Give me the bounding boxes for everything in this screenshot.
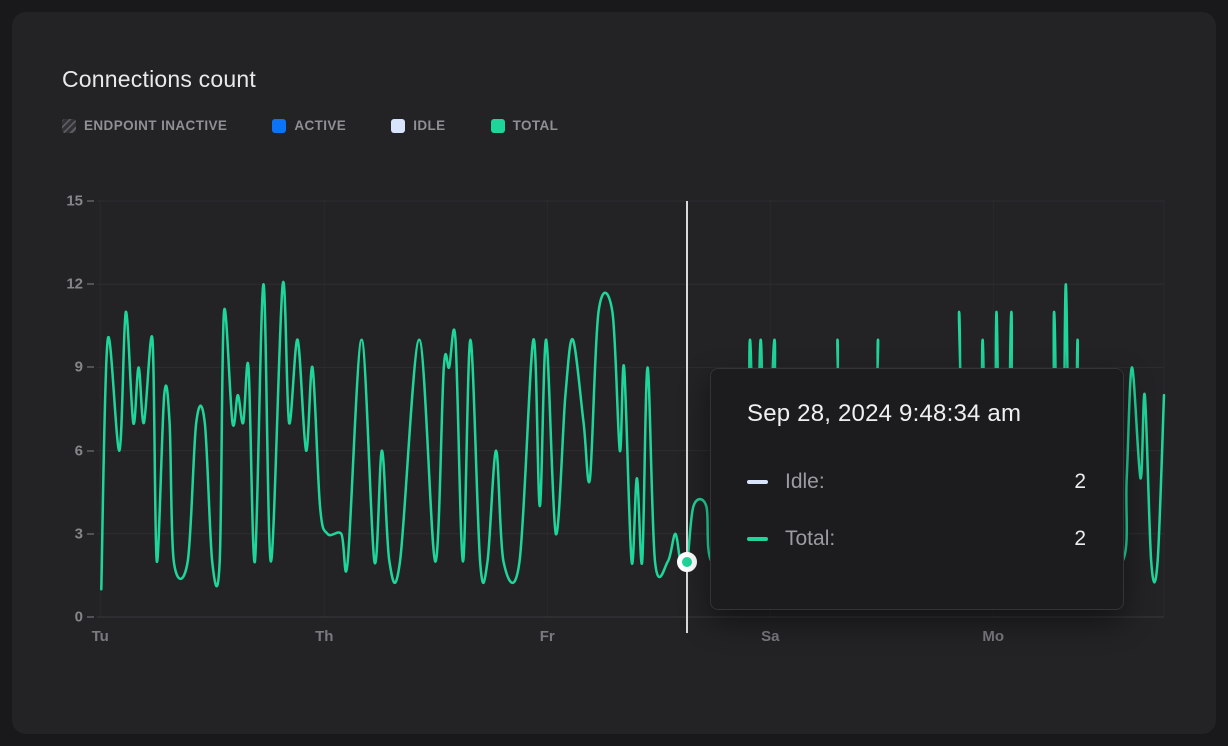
tooltip-row-total: Total: 2 xyxy=(747,527,1086,551)
active-swatch-icon xyxy=(272,119,286,133)
legend-label: ENDPOINT INACTIVE xyxy=(84,118,227,133)
chart-tooltip: Sep 28, 2024 9:48:34 am Idle: 2 Total: 2 xyxy=(710,368,1124,610)
y-axis-label: 3 xyxy=(47,525,83,542)
page-title: Connections count xyxy=(62,66,256,93)
endpoint-inactive-swatch-icon xyxy=(62,119,76,133)
legend-label: TOTAL xyxy=(513,118,559,133)
y-axis-tick xyxy=(87,450,94,452)
legend-item-total[interactable]: TOTAL xyxy=(491,118,559,133)
x-axis-label: Th xyxy=(302,628,346,645)
y-axis-tick xyxy=(87,616,94,618)
hover-point-marker xyxy=(677,552,697,572)
y-axis-label: 9 xyxy=(47,359,83,376)
y-axis-tick xyxy=(87,283,94,285)
connections-count-card: Connections count ENDPOINT INACTIVE ACTIV… xyxy=(12,12,1216,734)
tooltip-series-label: Idle: xyxy=(785,470,825,494)
total-swatch-icon xyxy=(491,119,505,133)
y-axis-label: 6 xyxy=(47,442,83,459)
y-axis-tick xyxy=(87,200,94,202)
legend: ENDPOINT INACTIVE ACTIVE IDLE TOTAL xyxy=(62,118,558,133)
tooltip-rows: Idle: 2 Total: 2 xyxy=(747,470,1086,551)
tooltip-timestamp: Sep 28, 2024 9:48:34 am xyxy=(747,400,1086,428)
x-axis-label: Fr xyxy=(525,628,569,645)
legend-item-active[interactable]: ACTIVE xyxy=(272,118,346,133)
legend-item-idle[interactable]: IDLE xyxy=(391,118,445,133)
y-axis-tick xyxy=(87,533,94,535)
legend-item-endpoint-inactive[interactable]: ENDPOINT INACTIVE xyxy=(62,118,227,133)
legend-label: ACTIVE xyxy=(294,118,346,133)
idle-dash-icon xyxy=(747,480,768,484)
y-axis-label: 12 xyxy=(47,276,83,293)
y-axis-label: 15 xyxy=(47,193,83,210)
total-dash-icon xyxy=(747,537,768,541)
tooltip-series-value: 2 xyxy=(1074,470,1086,494)
idle-swatch-icon xyxy=(391,119,405,133)
y-axis-tick xyxy=(87,366,94,368)
tooltip-series-label: Total: xyxy=(785,527,835,551)
x-axis-label: Sa xyxy=(748,628,792,645)
x-axis-label: Tu xyxy=(78,628,122,645)
x-axis-label: Mo xyxy=(971,628,1015,645)
tooltip-row-idle: Idle: 2 xyxy=(747,470,1086,494)
legend-label: IDLE xyxy=(413,118,445,133)
y-axis-label: 0 xyxy=(47,609,83,626)
tooltip-series-value: 2 xyxy=(1074,527,1086,551)
